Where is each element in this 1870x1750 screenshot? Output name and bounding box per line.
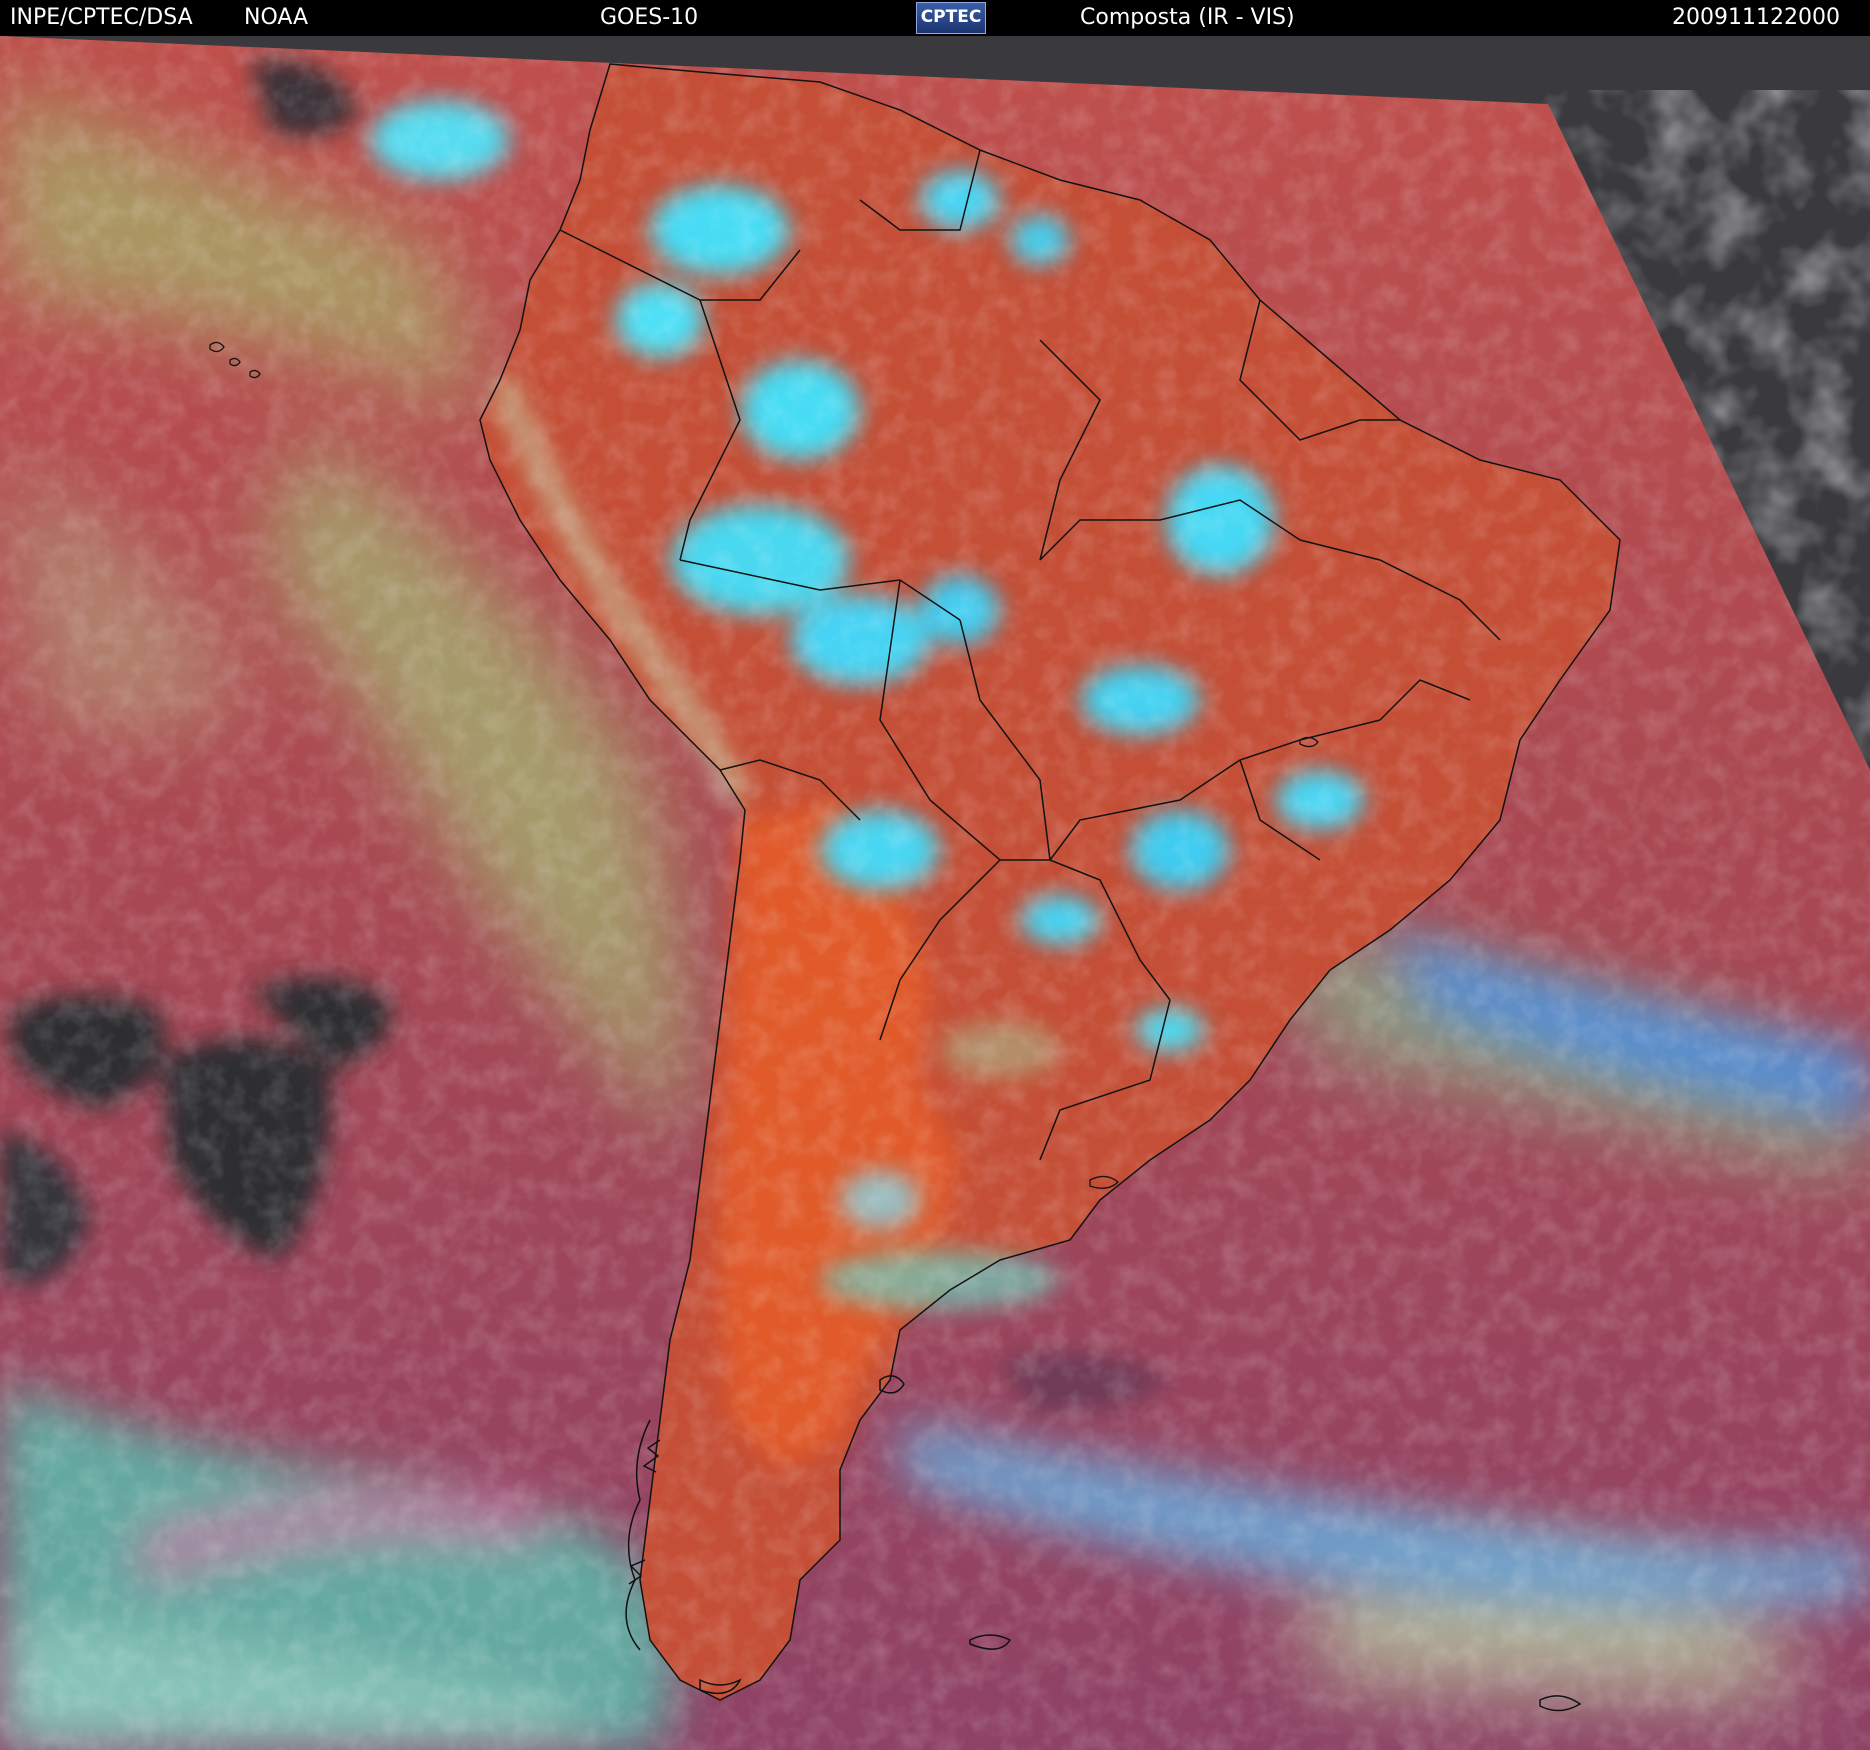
- organization-label: INPE/CPTEC/DSA: [10, 5, 193, 30]
- agency-label: NOAA: [244, 5, 309, 30]
- cptec-logo: CPTEC: [916, 2, 986, 34]
- cptec-logo-text: CPTEC: [920, 7, 982, 27]
- satellite-viewer: INPE/CPTEC/DSA NOAA GOES-10 CPTEC Compos…: [0, 0, 1870, 1750]
- image-header-bar: INPE/CPTEC/DSA NOAA GOES-10 CPTEC Compos…: [0, 0, 1870, 36]
- satellite-label: GOES-10: [600, 5, 699, 30]
- product-label: Composta (IR - VIS): [1080, 5, 1295, 30]
- timestamp-label: 200911122000: [1672, 5, 1840, 30]
- satellite-composite-image: [0, 0, 1870, 1750]
